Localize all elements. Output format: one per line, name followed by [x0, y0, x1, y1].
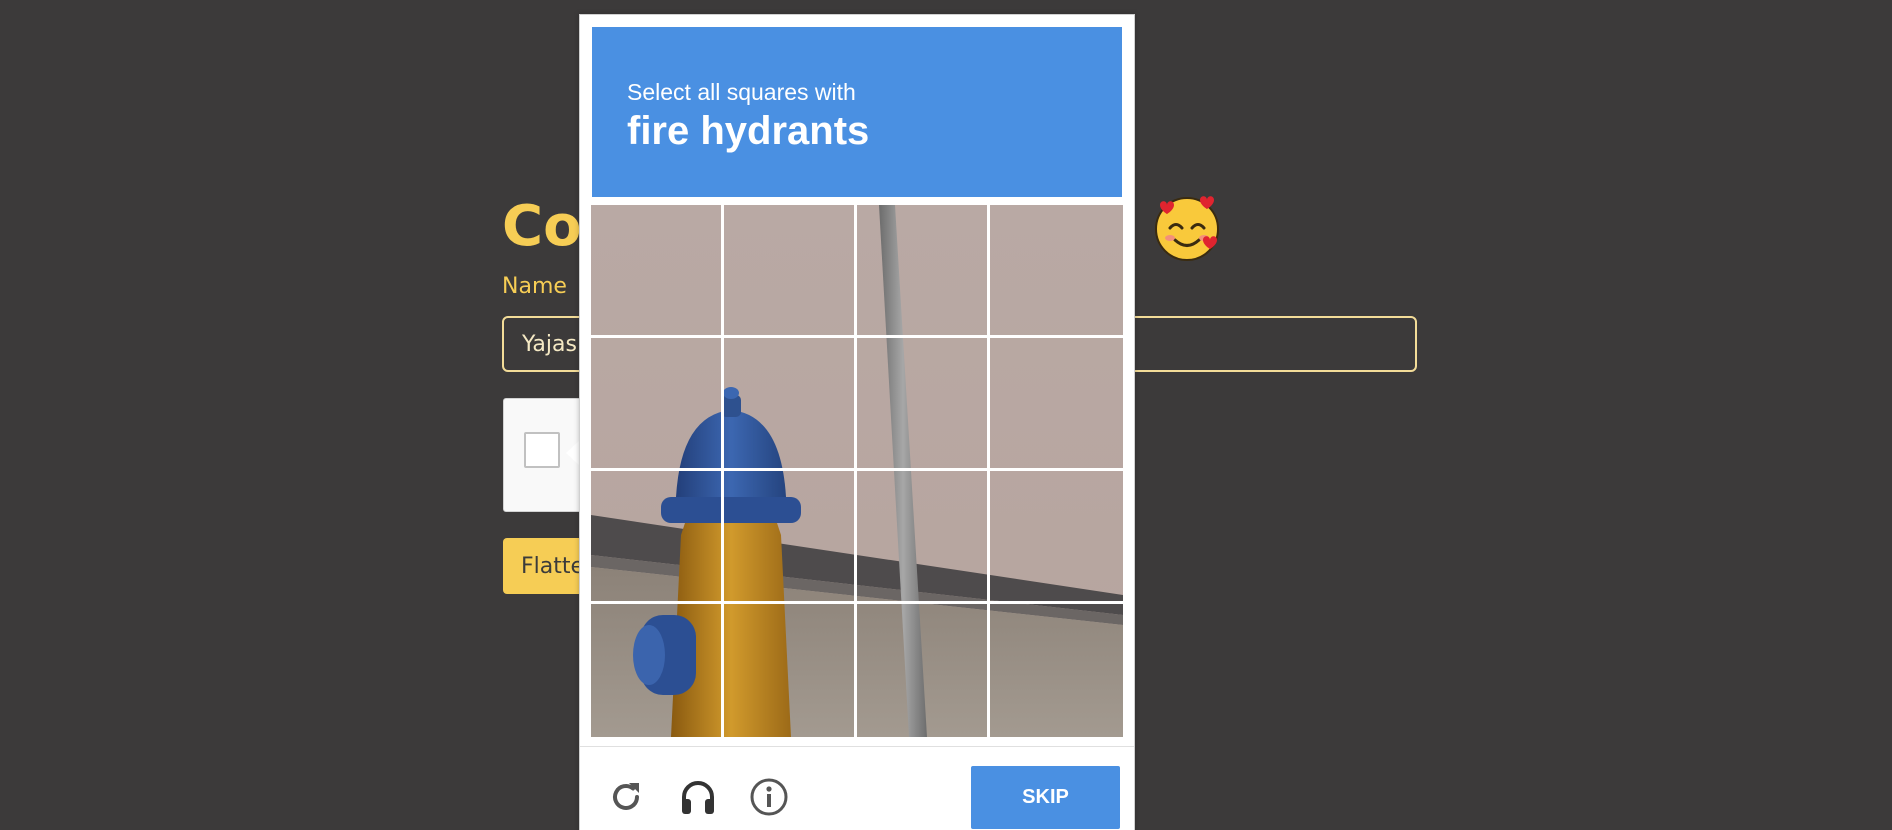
smiling-face-with-hearts-icon: [1155, 196, 1219, 261]
challenge-target: fire hydrants: [627, 109, 870, 153]
info-icon[interactable]: [749, 777, 789, 817]
grid-tile[interactable]: [990, 205, 1123, 338]
grid-tile[interactable]: [724, 338, 857, 471]
page-title: Co: [502, 194, 582, 259]
grid-tile[interactable]: [857, 471, 990, 604]
grid-tile[interactable]: [591, 604, 724, 737]
grid-tile[interactable]: [857, 604, 990, 737]
grid-tile[interactable]: [591, 471, 724, 604]
page: Co Name Flatte Select all squares with f…: [0, 0, 1892, 830]
grid-tile[interactable]: [724, 604, 857, 737]
grid-tile[interactable]: [990, 604, 1123, 737]
tile-grid: [591, 205, 1123, 737]
reload-icon[interactable]: [606, 777, 646, 817]
audio-headphones-icon[interactable]: [678, 777, 718, 817]
grid-tile[interactable]: [990, 338, 1123, 471]
challenge-footer: SKIP: [580, 746, 1134, 830]
grid-tile[interactable]: [857, 338, 990, 471]
challenge-image-grid: [591, 205, 1123, 737]
recaptcha-checkbox[interactable]: [524, 432, 560, 468]
grid-tile[interactable]: [724, 471, 857, 604]
recaptcha-challenge: Select all squares with fire hydrants SK…: [579, 14, 1135, 830]
skip-button[interactable]: SKIP: [971, 766, 1120, 829]
challenge-header: Select all squares with fire hydrants: [592, 27, 1122, 197]
challenge-pointer: [566, 440, 580, 466]
grid-tile[interactable]: [591, 205, 724, 338]
grid-tile[interactable]: [857, 205, 990, 338]
name-label: Name: [502, 274, 567, 299]
grid-tile[interactable]: [724, 205, 857, 338]
grid-tile[interactable]: [990, 471, 1123, 604]
challenge-instruction: Select all squares with: [627, 79, 856, 105]
grid-tile[interactable]: [591, 338, 724, 471]
